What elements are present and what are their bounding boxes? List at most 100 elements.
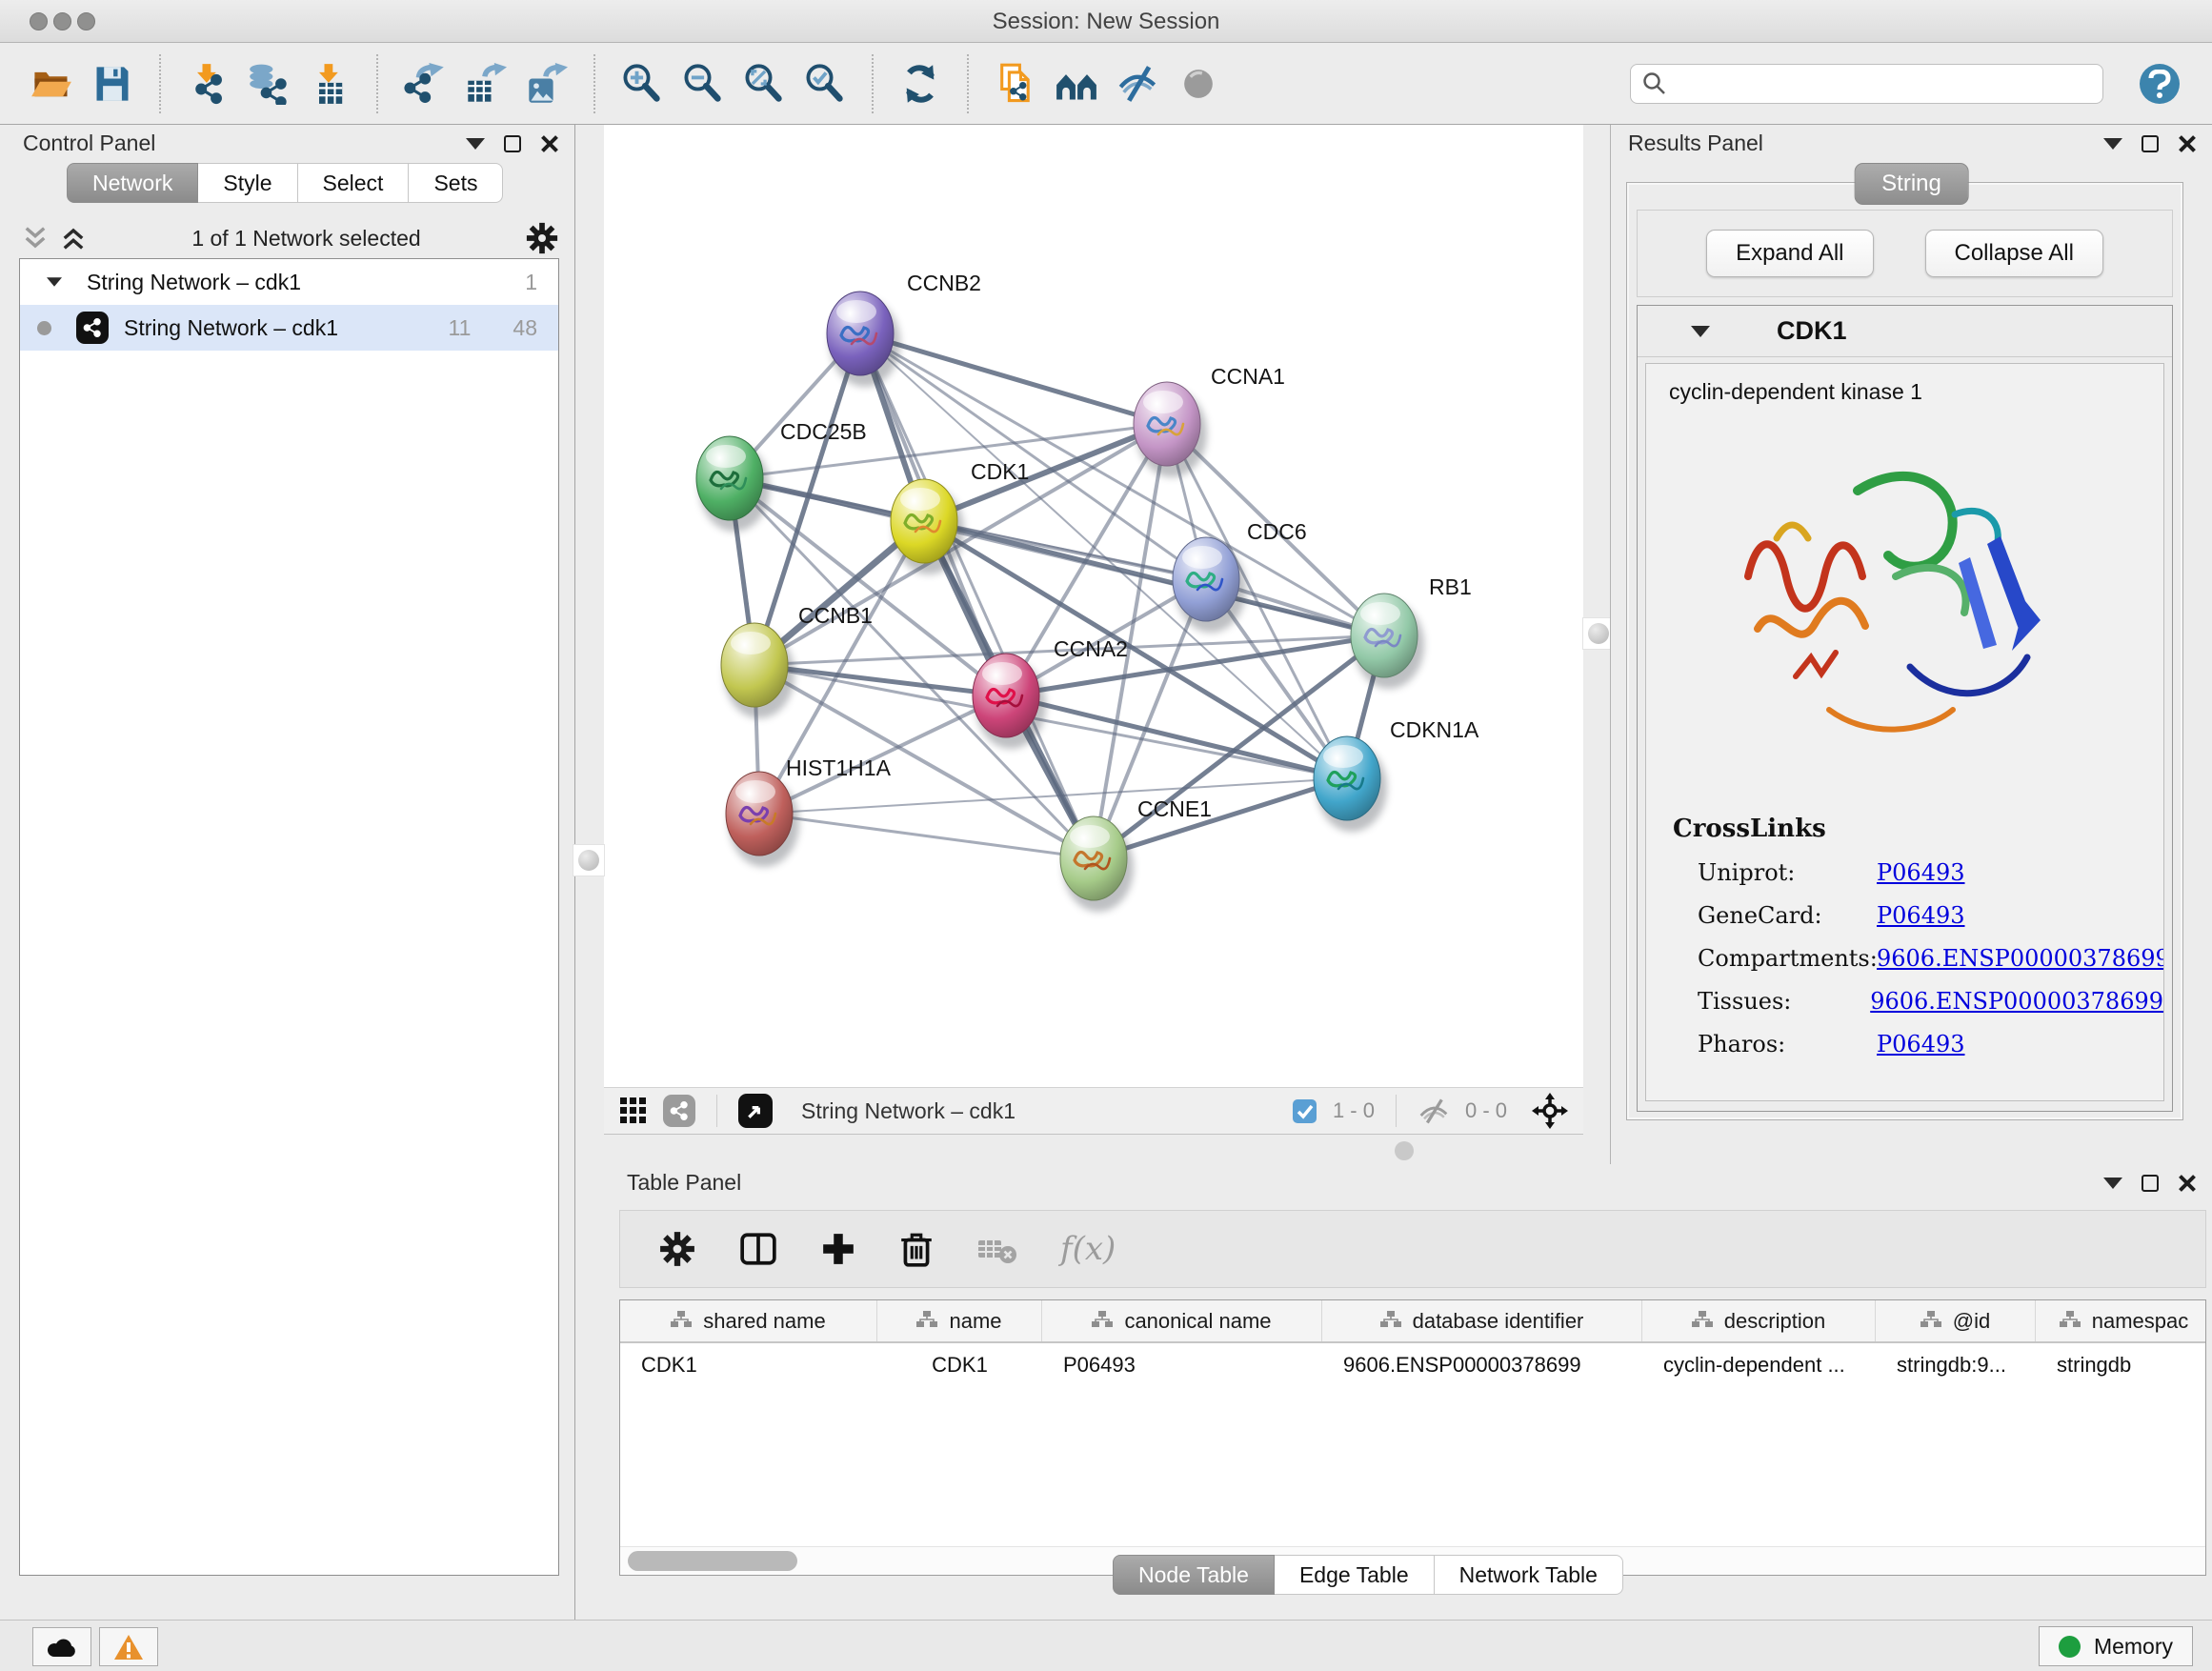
refresh-network-view-icon[interactable] xyxy=(894,57,947,111)
minimize-window-button[interactable] xyxy=(53,12,71,30)
node-table[interactable]: shared namenamecanonical namedatabase id… xyxy=(619,1299,2206,1576)
panel-menu-icon[interactable] xyxy=(466,138,485,150)
tab-sets[interactable]: Sets xyxy=(409,163,503,203)
float-panel-icon[interactable] xyxy=(2142,135,2159,152)
close-panel-icon[interactable] xyxy=(540,134,559,153)
status-bar: Memory xyxy=(0,1620,2212,1671)
open-session-icon[interactable] xyxy=(25,57,78,111)
horizontal-splitter-handle[interactable] xyxy=(1395,1141,1414,1160)
pan-crosshair-icon[interactable] xyxy=(1532,1093,1568,1129)
toolbar-separator xyxy=(872,54,874,113)
delete-column-icon[interactable] xyxy=(898,1230,935,1268)
table-panel-title: Table Panel xyxy=(627,1170,741,1196)
search-box[interactable] xyxy=(1630,64,2103,104)
column-header-description[interactable]: description xyxy=(1642,1300,1876,1341)
crosslink-link[interactable]: 9606.ENSP00000378699 xyxy=(1870,988,2163,1015)
memory-button[interactable]: Memory xyxy=(2039,1626,2193,1666)
gene-section-header[interactable]: CDK1 xyxy=(1638,306,2172,357)
tab-string[interactable]: String xyxy=(1854,163,1969,205)
node-label-CDC6: CDC6 xyxy=(1247,519,1307,544)
search-icon xyxy=(1642,71,1667,96)
import-network-from-database-icon[interactable] xyxy=(242,57,295,111)
panel-menu-icon[interactable] xyxy=(2103,1178,2122,1189)
close-panel-icon[interactable] xyxy=(2178,1174,2197,1193)
column-tree-icon xyxy=(1380,1309,1401,1334)
expand-all-chevrons-icon[interactable] xyxy=(59,224,88,252)
selected-nodes-checkbox-icon[interactable] xyxy=(1292,1098,1317,1124)
crosslink-link[interactable]: P06493 xyxy=(1877,1031,1965,1057)
gear-icon[interactable] xyxy=(525,221,559,255)
function-builder-icon[interactable]: f(x) xyxy=(1060,1230,1116,1268)
close-window-button[interactable] xyxy=(30,12,48,30)
node-label-CDKN1A: CDKN1A xyxy=(1390,717,1479,742)
column-header-database-identifier[interactable]: database identifier xyxy=(1322,1300,1642,1341)
toolbar-separator xyxy=(593,54,595,113)
duplicate-network-icon[interactable] xyxy=(989,57,1042,111)
hidden-eye-icon[interactable] xyxy=(1418,1097,1450,1125)
zoom-out-icon[interactable] xyxy=(676,57,730,111)
create-column-icon[interactable] xyxy=(820,1231,856,1267)
search-input[interactable] xyxy=(1677,71,2091,96)
export-table-icon[interactable] xyxy=(459,57,513,111)
collection-expand-icon[interactable] xyxy=(47,277,62,287)
tab-network[interactable]: Network xyxy=(67,163,198,203)
column-header-shared-name[interactable]: shared name xyxy=(620,1300,877,1341)
crosslink-link[interactable]: P06493 xyxy=(1877,859,1965,886)
export-network-icon[interactable] xyxy=(398,57,452,111)
tab-network-table[interactable]: Network Table xyxy=(1435,1555,1623,1595)
column-header-canonical-name[interactable]: canonical name xyxy=(1042,1300,1322,1341)
float-panel-icon[interactable] xyxy=(2142,1175,2159,1192)
tab-node-table[interactable]: Node Table xyxy=(1113,1555,1275,1595)
network-row[interactable]: String Network – cdk1 11 48 xyxy=(20,305,558,351)
save-session-icon[interactable] xyxy=(86,57,139,111)
first-neighbors-icon[interactable] xyxy=(1050,57,1103,111)
delete-table-icon[interactable] xyxy=(976,1233,1018,1265)
crosslinks-section: CrossLinks Uniprot:P06493GeneCard:P06493… xyxy=(1673,815,2163,1057)
node-label-CCNA1: CCNA1 xyxy=(1211,364,1285,389)
birds-eye-view-icon[interactable] xyxy=(738,1094,773,1128)
help-icon[interactable] xyxy=(2140,64,2180,104)
tab-style[interactable]: Style xyxy=(198,163,297,203)
panel-menu-icon[interactable] xyxy=(2103,138,2122,150)
crosslink-label: Tissues: xyxy=(1698,988,1870,1015)
close-panel-icon[interactable] xyxy=(2178,134,2197,153)
question-mark-glyph xyxy=(2147,70,2172,98)
results-panel-title: Results Panel xyxy=(1628,131,1763,156)
network-collection-row[interactable]: String Network – cdk1 1 xyxy=(20,259,558,305)
zoom-in-icon[interactable] xyxy=(615,57,669,111)
crosslink-link[interactable]: 9606.ENSP00000378699 xyxy=(1877,945,2164,972)
hide-selected-icon[interactable] xyxy=(1111,57,1164,111)
show-columns-icon[interactable] xyxy=(738,1230,778,1268)
show-all-icon[interactable] xyxy=(1172,57,1225,111)
collapse-all-button[interactable]: Collapse All xyxy=(1925,230,2103,277)
expand-all-button[interactable]: Expand All xyxy=(1706,230,1873,277)
table-row[interactable]: CDK1CDK1P064939606.ENSP00000378699cyclin… xyxy=(620,1343,2205,1387)
scrollbar-thumb[interactable] xyxy=(628,1551,797,1571)
collapse-all-chevrons-icon[interactable] xyxy=(21,224,50,252)
table-panel: Table Panel xyxy=(604,1164,2212,1620)
export-image-icon[interactable] xyxy=(520,57,573,111)
zoom-window-button[interactable] xyxy=(77,12,95,30)
network-share-view-icon[interactable] xyxy=(663,1095,695,1127)
import-network-from-file-icon[interactable] xyxy=(181,57,234,111)
column-header-name[interactable]: name xyxy=(877,1300,1042,1341)
float-panel-icon[interactable] xyxy=(504,135,521,152)
table-type-tabs: Node TableEdge TableNetwork Table xyxy=(1113,1555,1623,1595)
toolbar-separator xyxy=(967,54,969,113)
grid-view-icon[interactable] xyxy=(619,1097,648,1125)
crosslink-link[interactable]: P06493 xyxy=(1877,902,1965,929)
table-settings-gear-icon[interactable] xyxy=(658,1230,696,1268)
column-header-namespac[interactable]: namespac xyxy=(2036,1300,2206,1341)
crosslinks-title: CrossLinks xyxy=(1673,815,2163,843)
cloud-status-button[interactable] xyxy=(32,1627,91,1666)
section-expand-icon[interactable] xyxy=(1691,326,1710,337)
warnings-button[interactable] xyxy=(99,1627,158,1666)
network-canvas[interactable]: CCNB2CCNA1CDC25BCDK1CDC6RB1CCNB1CCNA2CDK… xyxy=(604,125,1583,1087)
left-splitter-handle[interactable] xyxy=(573,844,605,876)
zoom-fit-content-icon[interactable] xyxy=(737,57,791,111)
zoom-selected-region-icon[interactable] xyxy=(798,57,852,111)
tab-edge-table[interactable]: Edge Table xyxy=(1275,1555,1435,1595)
import-table-from-file-icon[interactable] xyxy=(303,57,356,111)
column-header--id[interactable]: @id xyxy=(1876,1300,2036,1341)
tab-select[interactable]: Select xyxy=(298,163,410,203)
